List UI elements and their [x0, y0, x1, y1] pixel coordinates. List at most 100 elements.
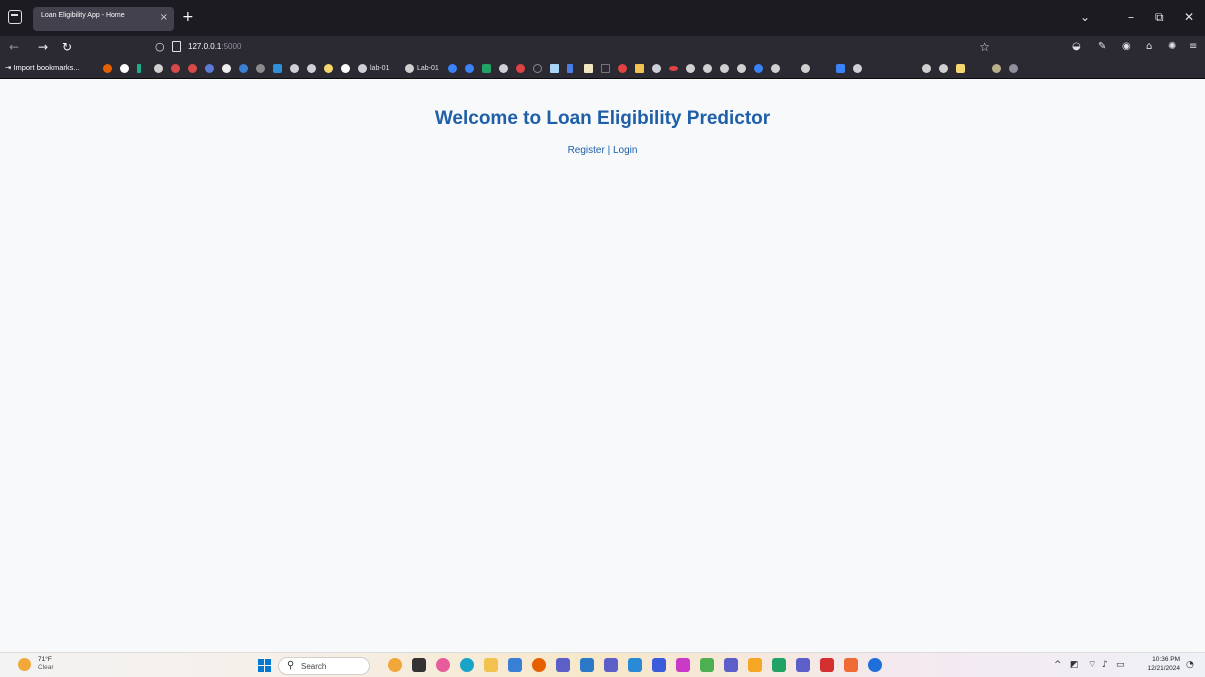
taskbar-app-icon-9[interactable] — [748, 658, 762, 672]
app-menu-icon[interactable]: ≡ — [1189, 41, 1197, 53]
bookmark-lines-icon[interactable] — [567, 64, 573, 73]
clock-date[interactable]: 12/21/2024 — [1132, 665, 1180, 673]
tools-wrench-icon[interactable]: ✎ — [1098, 41, 1106, 53]
bookmark-blue-ring-icon[interactable] — [754, 64, 763, 73]
forward-icon[interactable]: → — [38, 39, 48, 55]
taskbar-app-icon-11[interactable] — [868, 658, 882, 672]
bookmark-blue-circle-icon[interactable] — [448, 64, 457, 73]
taskbar-firefox-icon[interactable] — [532, 658, 546, 672]
bookmark-google-icon[interactable] — [120, 64, 129, 73]
tab-list-icon[interactable] — [8, 10, 22, 24]
taskbar-app-icon-6[interactable] — [652, 658, 666, 672]
taskbar-app-icon-3[interactable] — [508, 658, 522, 672]
taskbar-teams-icon-3[interactable] — [796, 658, 810, 672]
bookmark-blue-square-icon[interactable] — [836, 64, 845, 73]
bookmark-globe-icon-2[interactable] — [307, 64, 316, 73]
bookmark-dark-icon[interactable] — [533, 64, 542, 73]
bookmark-red-icon[interactable] — [171, 64, 180, 73]
bookmark-red-pill-icon[interactable] — [669, 66, 678, 71]
tab-loan-eligibility-home[interactable]: Loan Eligibility App - Home × — [33, 7, 174, 31]
bookmark-blue-icon[interactable] — [205, 64, 214, 73]
bookmark-red-circle-icon[interactable] — [516, 64, 525, 73]
taskbar-app-icon-1[interactable] — [388, 658, 402, 672]
taskbar-app-icon-10[interactable] — [844, 658, 858, 672]
settings-gear-icon[interactable]: ✺ — [1168, 41, 1176, 53]
bookmark-star-icon[interactable]: ☆ — [979, 39, 990, 55]
extensions-icon[interactable]: ⌂ — [1146, 41, 1152, 53]
bookmark-globe-icon-3[interactable] — [358, 64, 367, 73]
maximize-icon[interactable]: ⧉ — [1155, 9, 1164, 25]
bookmark-icon-2[interactable] — [239, 64, 248, 73]
import-bookmarks-link[interactable]: ⇥ Import bookmarks... — [5, 62, 80, 74]
bookmark-icon-3[interactable] — [256, 64, 265, 73]
bookmark-green-icon[interactable] — [482, 64, 491, 73]
bookmark-github-icon-9[interactable] — [922, 64, 931, 73]
taskbar-pycharm-icon[interactable] — [772, 658, 786, 672]
bookmark-github-icon-8[interactable] — [801, 64, 810, 73]
volume-icon[interactable]: ♪ — [1102, 658, 1108, 672]
taskbar-app-icon-4[interactable] — [556, 658, 570, 672]
minimize-icon[interactable]: – — [1128, 9, 1134, 25]
bookmark-light-icon[interactable] — [550, 64, 559, 73]
bookmark-globe-icon-4[interactable] — [499, 64, 508, 73]
weather-temperature[interactable]: 71°F — [38, 656, 52, 664]
bookmark-github-icon-10[interactable] — [939, 64, 948, 73]
taskbar-acrobat-icon[interactable] — [820, 658, 834, 672]
tracking-protection-shield-icon[interactable]: ○ — [155, 40, 165, 54]
reload-icon[interactable]: ↻ — [62, 39, 72, 55]
bookmark-red-icon-2[interactable] — [188, 64, 197, 73]
taskbar-app-icon-5[interactable] — [580, 658, 594, 672]
taskbar-file-explorer-icon[interactable] — [484, 658, 498, 672]
bookmark-grid-icon[interactable] — [601, 64, 610, 73]
taskbar-app-icon-2[interactable] — [436, 658, 450, 672]
pocket-icon[interactable]: ◒ — [1072, 41, 1081, 53]
notification-bell-icon[interactable]: ◔ — [1186, 658, 1194, 672]
bookmark-github-icon-2[interactable] — [405, 64, 414, 73]
bookmark-icon-4[interactable] — [273, 64, 282, 73]
weather-condition[interactable]: Clear — [38, 664, 54, 672]
bookmark-github-icon-3[interactable] — [686, 64, 695, 73]
url-bar[interactable]: ○ 127.0.0.1:5000 ☆ — [148, 38, 998, 56]
bookmark-github-icon-5[interactable] — [720, 64, 729, 73]
bookmark-k-icon[interactable] — [137, 64, 141, 73]
bookmark-github-icon[interactable] — [154, 64, 163, 73]
bookmark-yellow-icon[interactable] — [324, 64, 333, 73]
taskbar-app-icon-7[interactable] — [676, 658, 690, 672]
bookmark-white-icon[interactable] — [341, 64, 350, 73]
bookmark-github-icon-6[interactable] — [737, 64, 746, 73]
register-link[interactable]: Register — [568, 145, 605, 156]
clock-time[interactable]: 10:36 PM — [1136, 656, 1180, 664]
taskbar-task-view-icon[interactable] — [412, 658, 426, 672]
bookmark-github-icon-7[interactable] — [771, 64, 780, 73]
bookmark-yellow-box-icon[interactable] — [956, 64, 965, 73]
bookmark-icon[interactable] — [222, 64, 231, 73]
bookmark-grey-icon[interactable] — [1009, 64, 1018, 73]
bookmark-github-icon-4[interactable] — [703, 64, 712, 73]
bookmark-lab-01[interactable]: lab-01 — [370, 63, 389, 74]
login-link[interactable]: Login — [613, 145, 637, 156]
close-window-icon[interactable]: ✕ — [1184, 9, 1194, 25]
weather-moon-icon[interactable] — [18, 658, 31, 671]
tray-overflow-chevron-icon[interactable]: ^ — [1054, 658, 1062, 672]
start-windows-icon[interactable] — [258, 659, 271, 672]
taskbar-teams-icon[interactable] — [604, 658, 618, 672]
bookmark-beige-icon[interactable] — [584, 64, 593, 73]
bookmark-olive-icon[interactable] — [992, 64, 1001, 73]
account-icon[interactable]: ◉ — [1122, 41, 1131, 53]
taskbar-edge-icon[interactable] — [460, 658, 474, 672]
back-icon[interactable]: ← — [9, 39, 19, 55]
taskbar-app-icon-8[interactable] — [700, 658, 714, 672]
bookmark-lab-01-second[interactable]: Lab-01 — [417, 63, 439, 74]
bookmark-blue-circle-icon-2[interactable] — [465, 64, 474, 73]
bookmark-yellow-square-icon[interactable] — [635, 64, 644, 73]
new-tab-button[interactable]: + — [182, 8, 194, 26]
tab-close-icon[interactable]: × — [160, 11, 168, 25]
bookmark-globe-icon[interactable] — [290, 64, 299, 73]
tray-network-app-icon[interactable]: ◩ — [1070, 658, 1079, 672]
taskbar-vscode-icon[interactable] — [628, 658, 642, 672]
page-info-icon[interactable] — [172, 41, 181, 52]
wifi-icon[interactable]: ⌔ — [1088, 658, 1096, 672]
url-text[interactable]: 127.0.0.1:5000 — [188, 41, 241, 53]
taskbar-search-box[interactable]: ⚲ Search — [278, 657, 370, 675]
tab-overflow-chevron-icon[interactable]: ⌄ — [1080, 9, 1090, 25]
